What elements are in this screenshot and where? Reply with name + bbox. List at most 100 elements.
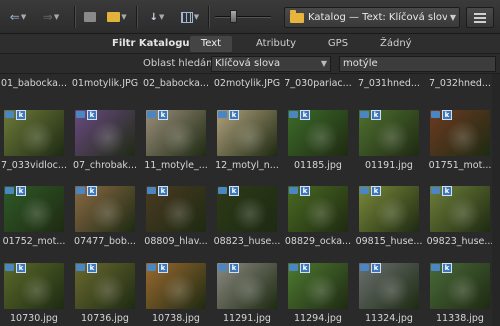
keyword-badge-icon: k [158, 110, 168, 120]
keyword-badge-icon: k [229, 110, 239, 120]
sort-button[interactable]: ↓ ▼ [144, 8, 170, 26]
catalog-badge-icon [218, 111, 227, 118]
thumbnail-item[interactable]: k 10730.jpg [0, 261, 68, 326]
thumbnail-caption: 10736.jpg [81, 313, 129, 324]
thumbnail-caption: 7_031hned... [358, 78, 420, 89]
keyword-badge-icon: k [87, 110, 97, 120]
thumbnail-image: k [217, 186, 277, 232]
catalog-badge-icon [5, 111, 14, 118]
view-mode-button[interactable]: ▼ [176, 8, 204, 26]
thumbnail-caption: 07477_bob... [74, 236, 136, 247]
thumbnail-image: k [146, 110, 206, 156]
thumbnail-size-slider[interactable] [215, 16, 271, 18]
star-folder-icon [107, 12, 121, 22]
sort-az-icon: ↓ [149, 11, 158, 23]
thumbnail-image: k [75, 110, 135, 156]
thumbnail-item[interactable]: k 07477_bob... [71, 184, 139, 258]
thumbnail-caption: 11291.jpg [223, 313, 271, 324]
catalog-badge-icon [147, 264, 156, 271]
path-dropdown[interactable]: Katalog — Text: Klíčová slova — motýle ▼ [284, 7, 460, 28]
search-area-select[interactable]: Klíčová slova ▼ [211, 56, 331, 72]
thumbnail-image: k [288, 186, 348, 232]
catalog-badge-icon [218, 187, 227, 194]
thumbnail-image: k [4, 110, 64, 156]
filter-option-text[interactable]: Text [190, 36, 232, 52]
keyword-badge-icon: k [158, 263, 168, 273]
forward-arrow-icon: ⇒ [42, 10, 53, 24]
thumbnail-item[interactable]: k 10738.jpg [142, 261, 210, 326]
keyword-badge-icon: k [229, 186, 239, 196]
keyword-badge-icon: k [371, 186, 381, 196]
thumbnail-caption: 11_motyle_... [144, 160, 208, 171]
thumbnail-item[interactable]: k 11338.jpg [426, 261, 494, 326]
thumbnail-item[interactable]: k 01751_mot... [426, 108, 494, 182]
grid-view-icon [180, 11, 193, 23]
menu-button[interactable] [466, 7, 494, 28]
catalog-badge-icon [76, 264, 85, 271]
search-query: motýle [343, 58, 378, 69]
thumbnail-image: k [75, 186, 135, 232]
thumbnail-caption: 7_032hned... [429, 78, 491, 89]
search-area-label: Oblast hledání: [143, 58, 219, 69]
thumbnail-item[interactable]: k 7_033vidloc... [0, 108, 68, 182]
thumbnail-caption: 08809_hlav... [144, 236, 208, 247]
scrollbar[interactable] [492, 74, 500, 326]
filter-option-none[interactable]: Žádný [372, 36, 418, 52]
thumbnail-item[interactable]: k 01752_mot... [0, 184, 68, 258]
thumbnail-item[interactable]: k 07_chrobak... [71, 108, 139, 182]
thumbnail-item[interactable]: k 01185.jpg [284, 108, 352, 182]
search-input[interactable]: motýle [339, 56, 496, 72]
chevron-down-icon: ▼ [159, 13, 165, 21]
keyword-badge-icon: k [442, 186, 452, 196]
menu-icon-line [474, 16, 486, 19]
thumbnail-caption: 7_033vidloc... [1, 160, 67, 171]
keyword-badge-icon: k [16, 186, 26, 196]
filter-label: Filtr Katalogu: [112, 38, 194, 49]
thumbnail-caption: 07_chrobak... [72, 160, 137, 171]
thumbnail-caption: 01191.jpg [365, 160, 413, 171]
thumbnail-caption: 10730.jpg [10, 313, 58, 324]
path-text: Katalog — Text: Klíčová slova — motýle [308, 12, 447, 23]
thumbnail-item[interactable]: k 08809_hlav... [142, 184, 210, 258]
catalog-badge-icon [5, 187, 14, 194]
catalog-badge-icon [360, 264, 369, 271]
thumbnail-item[interactable]: k 10736.jpg [71, 261, 139, 326]
thumbnail-item[interactable]: k 11324.jpg [355, 261, 423, 326]
folder-icon [290, 9, 304, 23]
separator [74, 6, 75, 28]
forward-button[interactable]: ⇒ ▼ [40, 8, 62, 26]
thumbnail-caption: 02motylik.JPG [213, 78, 281, 89]
separator [136, 6, 137, 28]
thumbnail-caption: 7_030pariac... [284, 78, 352, 89]
thumbnail-caption: 08829_ocka... [284, 236, 352, 247]
thumbnail-caption: 10738.jpg [152, 313, 200, 324]
thumbnail-item[interactable]: k 09815_huse... [355, 184, 423, 258]
thumbnail-item[interactable]: k 12_motyl_n... [213, 108, 281, 182]
thumbnail-item[interactable]: k 11291.jpg [213, 261, 281, 326]
catalog-badge-icon [360, 187, 369, 194]
keyword-badge-icon: k [16, 110, 26, 120]
thumbnail-item[interactable]: k 01191.jpg [355, 108, 423, 182]
filter-option-gps[interactable]: GPS [318, 36, 358, 52]
thumbnail-item[interactable]: k 08823_huse... [213, 184, 281, 258]
catalog-badge-icon [218, 264, 227, 271]
slider-handle[interactable] [230, 10, 237, 23]
back-arrow-icon: ⇐ [9, 10, 20, 24]
keyword-badge-icon: k [442, 263, 452, 273]
chevron-down-icon: ▼ [53, 13, 60, 21]
thumbnail-item[interactable]: k 11294.jpg [284, 261, 352, 326]
thumbnail-image: k [288, 110, 348, 156]
keyword-badge-icon: k [229, 263, 239, 273]
keyword-badge-icon: k [371, 110, 381, 120]
thumbnail-item[interactable]: k 09823_huse... [426, 184, 494, 258]
filter-option-attributes[interactable]: Atributy [248, 36, 304, 52]
chevron-down-icon: ▼ [20, 13, 27, 21]
catalog-badge-icon [360, 111, 369, 118]
thumbnail-item[interactable]: k 08829_ocka... [284, 184, 352, 258]
parent-folder-button[interactable] [82, 8, 98, 26]
back-button[interactable]: ⇐ ▼ [6, 8, 30, 26]
thumbnail-grid: 01_babocka... 01motylik.JPG 02_babocka... 0… [0, 74, 500, 326]
thumbnail-image: k [217, 263, 277, 309]
favorites-button[interactable]: ▼ [104, 8, 130, 26]
thumbnail-item[interactable]: k 11_motyle_... [142, 108, 210, 182]
